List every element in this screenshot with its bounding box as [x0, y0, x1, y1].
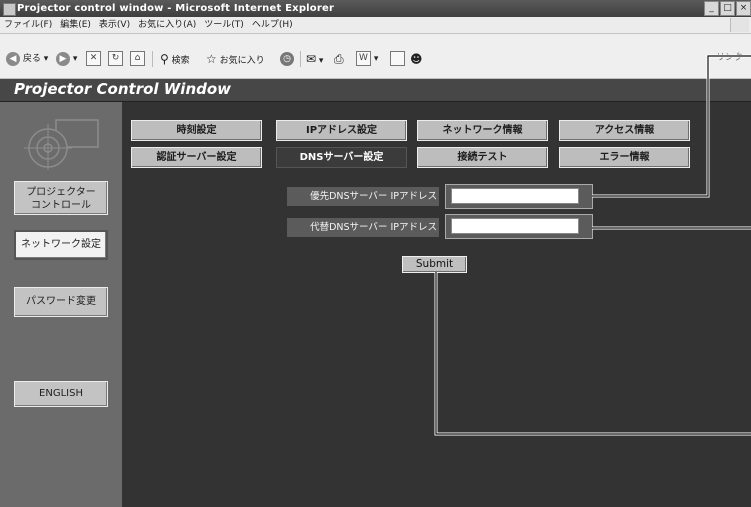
- toolbar-divider: [300, 51, 301, 67]
- tab-access-info[interactable]: アクセス情報: [559, 120, 690, 141]
- forward-button[interactable]: ▶ ▾: [56, 50, 77, 68]
- sidebar-item-projector-control[interactable]: プロジェクター コントロール: [14, 181, 108, 215]
- sidebar-item-english[interactable]: ENGLISH: [14, 381, 108, 407]
- refresh-icon: ↻: [108, 51, 123, 66]
- secondary-dns-field-box: [445, 214, 593, 239]
- toolbar-divider: [152, 51, 153, 67]
- windows-logo-icon: [730, 18, 749, 32]
- secondary-dns-label: 代替DNSサーバー IPアドレス: [287, 218, 439, 237]
- sidebar-item-network-settings[interactable]: ネットワーク設定: [14, 230, 108, 260]
- discuss-icon: [390, 51, 405, 66]
- menu-file[interactable]: ファイル(F): [4, 17, 52, 33]
- home-icon: ⌂: [130, 51, 145, 66]
- maximize-button[interactable]: □: [720, 1, 735, 16]
- secondary-dns-input[interactable]: [451, 218, 579, 234]
- favorites-button[interactable]: ☆ お気に入り: [206, 50, 265, 68]
- discuss-button[interactable]: [390, 50, 405, 68]
- primary-dns-field-box: [445, 184, 593, 209]
- links-label[interactable]: リンク: [716, 50, 743, 63]
- menu-help[interactable]: ヘルプ(H): [252, 17, 293, 33]
- messenger-button[interactable]: ☻: [410, 50, 423, 68]
- window-controls: _ □ ×: [703, 1, 751, 18]
- history-icon: ◷: [280, 51, 294, 66]
- print-button[interactable]: ⎙: [334, 50, 344, 68]
- back-arrow-icon: ◀: [6, 51, 20, 66]
- browser-window: Projector control window - Microsoft Int…: [0, 0, 751, 507]
- print-icon: ⎙: [334, 52, 344, 66]
- tab-ip-address-settings[interactable]: IPアドレス設定: [276, 120, 407, 141]
- tab-network-info[interactable]: ネットワーク情報: [417, 120, 548, 141]
- app-header: Projector Control Window: [0, 79, 751, 102]
- tab-auth-server-settings[interactable]: 認証サーバー設定: [131, 147, 262, 168]
- primary-dns-label: 優先DNSサーバー IPアドレス: [287, 187, 439, 206]
- tab-connection-test[interactable]: 接続テスト: [417, 147, 548, 168]
- menu-view[interactable]: 表示(V): [99, 17, 130, 33]
- forward-arrow-icon: ▶: [56, 51, 70, 66]
- search-icon: ⚲: [160, 52, 169, 66]
- tab-dns-server-settings[interactable]: DNSサーバー設定: [276, 147, 407, 168]
- menu-edit[interactable]: 編集(E): [60, 17, 91, 33]
- minimize-button[interactable]: _: [704, 1, 719, 16]
- edit-button[interactable]: W ▾: [356, 50, 378, 68]
- back-label: 戻る: [22, 54, 41, 64]
- history-button[interactable]: ◷: [280, 50, 294, 68]
- star-icon: ☆: [206, 52, 217, 66]
- menu-tools[interactable]: ツール(T): [204, 17, 244, 33]
- menu-bar: ファイル(F) 編集(E) 表示(V) お気に入り(A) ツール(T) ヘルプ(H): [0, 17, 751, 34]
- close-button[interactable]: ×: [736, 1, 751, 16]
- search-button[interactable]: ⚲ 検索: [160, 50, 190, 68]
- projector-logo-icon: [24, 119, 99, 170]
- sidebar-item-password-change[interactable]: パスワード変更: [14, 287, 108, 317]
- mail-icon: ✉: [306, 52, 317, 66]
- app-title: Projector Control Window: [14, 80, 232, 98]
- refresh-button[interactable]: ↻: [108, 50, 123, 68]
- ie-icon: [3, 3, 16, 16]
- home-button[interactable]: ⌂: [130, 50, 145, 68]
- submit-button[interactable]: Submit: [402, 256, 467, 273]
- menu-favorites[interactable]: お気に入り(A): [138, 17, 196, 33]
- messenger-icon: ☻: [410, 52, 423, 66]
- favorites-label: お気に入り: [219, 56, 265, 66]
- edit-icon: W: [356, 51, 371, 66]
- mail-button[interactable]: ✉ ▾: [306, 50, 323, 68]
- back-button[interactable]: ◀ 戻る ▾: [6, 50, 48, 68]
- stop-icon: ✕: [86, 51, 101, 66]
- tab-time-settings[interactable]: 時刻設定: [131, 120, 262, 141]
- window-title: Projector control window - Microsoft Int…: [17, 3, 335, 14]
- browser-toolbar: ◀ 戻る ▾ ▶ ▾ ✕ ↻ ⌂ ⚲ 検索 ☆ お気に入り ◷ ✉ ▾ ⎙ W …: [0, 34, 751, 79]
- stop-button[interactable]: ✕: [86, 50, 101, 68]
- tab-error-info[interactable]: エラー情報: [559, 147, 690, 168]
- search-label: 検索: [171, 56, 190, 66]
- primary-dns-input[interactable]: [451, 188, 579, 204]
- title-bar: Projector control window - Microsoft Int…: [0, 0, 751, 17]
